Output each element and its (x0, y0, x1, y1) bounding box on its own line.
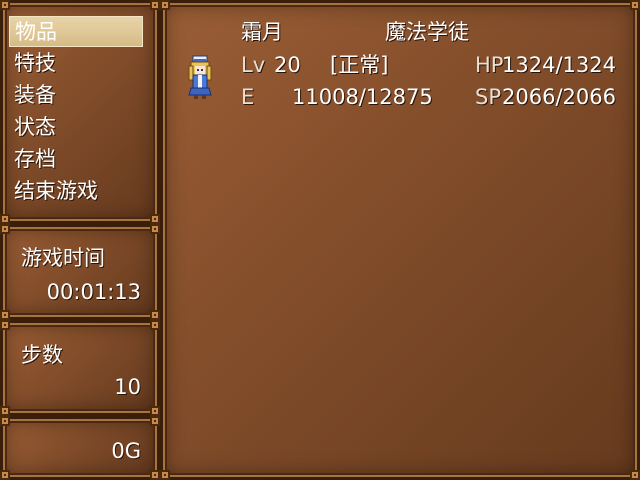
corner-ornament (0, 320, 10, 330)
gold-value: 0G (111, 439, 141, 463)
corner-ornament (150, 406, 160, 416)
level-value: 20 (274, 53, 301, 77)
menu-item-save[interactable]: 存档 (9, 144, 143, 175)
corner-ornament (150, 310, 160, 320)
menu-item-skills[interactable]: 特技 (9, 48, 143, 79)
corner-ornament (150, 224, 160, 234)
corner-ornament (0, 0, 10, 10)
member-name: 霜月 (241, 20, 283, 44)
hp-value: 1324/1324 (502, 53, 616, 77)
menu-item-items[interactable]: 物品 (9, 16, 143, 47)
corner-ornament (160, 0, 170, 10)
corner-ornament (630, 0, 640, 10)
steps-label: 步数 (21, 343, 63, 367)
steps-window: 步数 10 (0, 320, 160, 416)
corner-ornament (0, 416, 10, 426)
playtime-value: 00:01:13 (46, 280, 141, 304)
steps-value: 10 (114, 375, 141, 399)
corner-ornament (150, 214, 160, 224)
corner-ornament (0, 224, 10, 234)
exp-label: E (241, 85, 255, 109)
corner-ornament (150, 0, 160, 10)
corner-ornament (0, 310, 10, 320)
corner-ornament (0, 470, 10, 480)
menu-item-end-game[interactable]: 结束游戏 (9, 176, 143, 207)
mage-girl-sprite-icon (188, 55, 212, 99)
menu-item-status[interactable]: 状态 (9, 112, 143, 143)
corner-ornament (630, 470, 640, 480)
playtime-window: 游戏时间 00:01:13 (0, 224, 160, 320)
gold-window: 0G (0, 416, 160, 480)
member-class: 魔法学徒 (385, 20, 469, 44)
hp-label: HP (475, 53, 504, 77)
status-value: [正常] (330, 53, 389, 77)
exp-value: 11008/12875 (292, 85, 433, 109)
corner-ornament (150, 470, 160, 480)
corner-ornament (150, 320, 160, 330)
corner-ornament (150, 416, 160, 426)
menu-item-equip[interactable]: 装备 (9, 80, 143, 111)
command-window: 物品 特技 装备 状态 存档 结束游戏 (0, 0, 160, 224)
sp-value: 2066/2066 (502, 85, 616, 109)
playtime-label: 游戏时间 (21, 246, 105, 270)
sp-label: SP (475, 85, 501, 109)
level-label: Lv (241, 53, 266, 77)
corner-ornament (0, 214, 10, 224)
corner-ornament (0, 406, 10, 416)
corner-ornament (160, 470, 170, 480)
